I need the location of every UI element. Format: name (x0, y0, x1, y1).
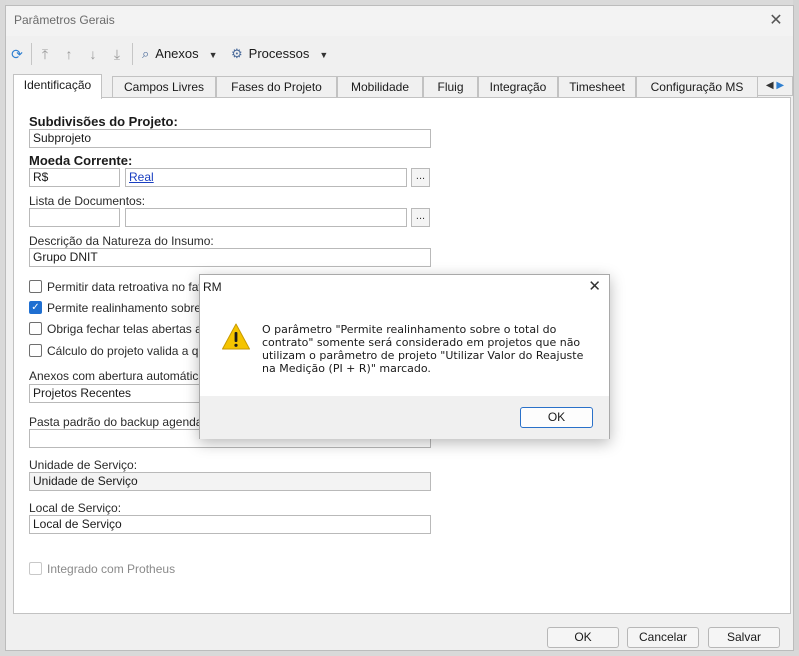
unidade-servico-field[interactable]: Unidade de Serviço (29, 472, 431, 491)
gear-icon: ⚙ (231, 46, 243, 61)
toolbar-separator (31, 43, 32, 65)
local-servico-label: Local de Serviço: (29, 501, 122, 515)
anexos-label: Anexos (155, 46, 199, 61)
dialog-message: O parâmetro "Permite realinhamento sobre… (262, 323, 584, 375)
lista-documentos-code-field[interactable] (29, 208, 120, 227)
tab-bar: Identificação Campos Livres Fases do Pro… (13, 74, 797, 99)
tab-scroll-arrows[interactable]: ◀ ▶ (757, 76, 793, 96)
protheus-label: Integrado com Protheus (47, 562, 176, 576)
lista-documentos-label: Lista de Documentos: (29, 194, 146, 208)
moeda-name-field[interactable]: Real (125, 168, 407, 187)
protheus-checkbox[interactable] (29, 562, 42, 575)
paperclip-icon: ⌕ (142, 46, 150, 61)
moeda-name-link[interactable]: Real (129, 170, 154, 184)
retroativa-checkbox[interactable] (29, 280, 42, 293)
pasta-backup-label: Pasta padrão do backup agendado: (29, 415, 220, 429)
title-bar: Parâmetros Gerais ✕ (6, 6, 793, 36)
close-icon[interactable]: ✕ (588, 277, 601, 295)
processos-menu[interactable]: ⚙ Processos ▼ (231, 44, 328, 64)
subdivisoes-label: Subdivisões do Projeto: (29, 114, 178, 129)
moeda-code-field[interactable]: R$ (29, 168, 120, 187)
fechar-telas-checkbox[interactable] (29, 322, 42, 335)
dialog-ok-button[interactable]: OK (520, 407, 593, 428)
lista-documentos-name-field[interactable] (125, 208, 407, 227)
subdivisoes-field[interactable]: Subprojeto (29, 129, 431, 148)
move-last-icon[interactable]: ⤓ (108, 44, 126, 64)
tab-configuracao-ms[interactable]: Configuração MS (636, 76, 758, 98)
chevron-left-icon[interactable]: ◀ (766, 80, 774, 91)
dialog-title-bar: RM ✕ (200, 275, 609, 300)
ok-button[interactable]: OK (547, 627, 619, 648)
tab-mobilidade[interactable]: Mobilidade (337, 76, 423, 98)
processos-label: Processos (248, 46, 310, 61)
local-servico-field[interactable]: Local de Serviço (29, 515, 431, 534)
dialog-footer: OK (200, 396, 609, 439)
save-button[interactable]: Salvar (708, 627, 780, 648)
warning-icon (222, 323, 250, 350)
move-down-icon[interactable]: ↓ (84, 44, 102, 64)
tab-integracao[interactable]: Integração (478, 76, 558, 98)
toolbar: ⟳ ⤒ ↑ ↓ ⤓ ⌕ Anexos ▼ ⚙ Processos ▼ (6, 39, 793, 69)
realinhamento-checkbox[interactable]: ✓ (29, 301, 42, 314)
natureza-label: Descrição da Natureza do Insumo: (29, 234, 214, 248)
moeda-lookup-button[interactable]: ... (411, 168, 430, 187)
chevron-down-icon: ▼ (208, 50, 218, 60)
tab-fases-do-projeto[interactable]: Fases do Projeto (216, 76, 337, 98)
moeda-label: Moeda Corrente: (29, 153, 133, 168)
calculo-projeto-checkbox[interactable] (29, 344, 42, 357)
move-up-icon[interactable]: ↑ (60, 44, 78, 64)
fechar-telas-label: Obriga fechar telas abertas ante (47, 322, 219, 336)
chevron-down-icon: ▼ (319, 50, 329, 60)
window-title: Parâmetros Gerais (14, 13, 115, 27)
chevron-right-icon[interactable]: ▶ (776, 80, 784, 91)
unidade-servico-label: Unidade de Serviço: (29, 458, 138, 472)
dialog-title: RM (203, 280, 222, 294)
close-icon[interactable]: ✕ (765, 10, 787, 32)
cancel-button[interactable]: Cancelar (627, 627, 699, 648)
tab-campos-livres[interactable]: Campos Livres (112, 76, 216, 98)
retroativa-label: Permitir data retroativa no fatur (47, 280, 213, 294)
natureza-field[interactable]: Grupo DNIT (29, 248, 431, 267)
calculo-projeto-label: Cálculo do projeto valida a quan (47, 344, 219, 358)
realinhamento-label: Permite realinhamento sobre o t (47, 301, 218, 315)
move-first-icon[interactable]: ⤒ (36, 44, 54, 64)
anexos-abertura-label: Anexos com abertura automática na (29, 369, 222, 383)
anexos-menu[interactable]: ⌕ Anexos ▼ (142, 44, 218, 64)
refresh-icon[interactable]: ⟳ (8, 44, 26, 64)
tab-identificacao[interactable]: Identificação (13, 74, 102, 99)
tab-fluig[interactable]: Fluig (423, 76, 478, 98)
rm-message-dialog: RM ✕ O parâmetro "Permite realinhamento … (199, 274, 610, 439)
toolbar-separator (132, 43, 133, 65)
lista-documentos-lookup-button[interactable]: ... (411, 208, 430, 227)
tab-timesheet[interactable]: Timesheet (558, 76, 636, 98)
